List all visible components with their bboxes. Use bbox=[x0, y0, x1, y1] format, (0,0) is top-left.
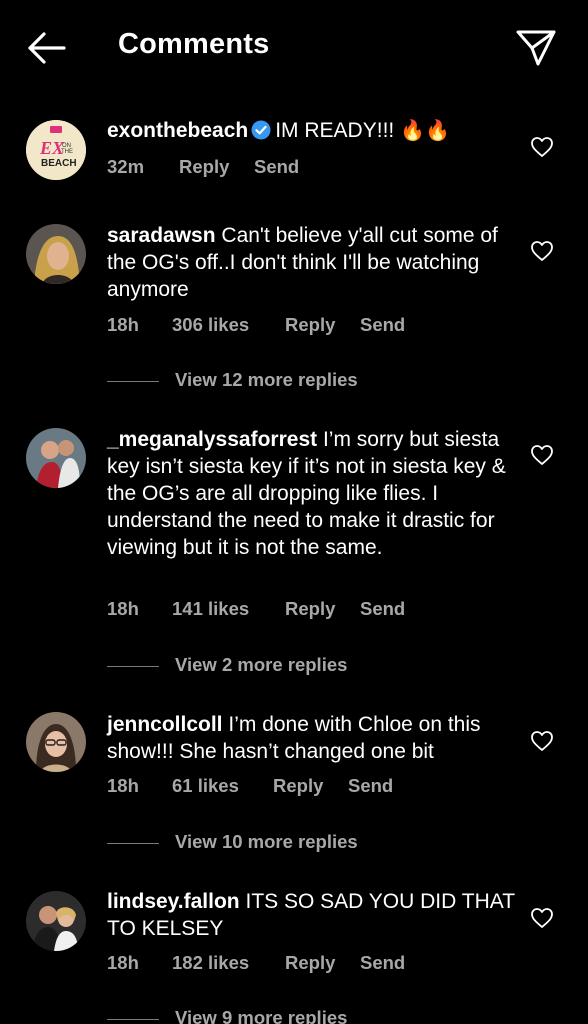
view-replies-label: View 12 more replies bbox=[175, 369, 358, 390]
heart-outline-icon[interactable] bbox=[530, 907, 554, 929]
ex-on-the-beach-logo: EX ON THE BEACH bbox=[26, 120, 86, 180]
comment-body: lindsey.fallon ITS SO SAD YOU DID THAT T… bbox=[107, 888, 517, 942]
comment-username[interactable]: lindsey.fallon bbox=[107, 890, 240, 913]
avatar[interactable] bbox=[26, 891, 86, 951]
reply-button[interactable]: Reply bbox=[285, 314, 335, 336]
avatar[interactable] bbox=[26, 224, 86, 284]
svg-text:THE: THE bbox=[61, 149, 73, 155]
fire-emoji: 🔥🔥 bbox=[400, 120, 450, 142]
divider-line bbox=[107, 1019, 159, 1020]
svg-text:BEACH: BEACH bbox=[41, 158, 77, 169]
comment-username[interactable]: _meganalyssaforrest bbox=[107, 428, 317, 451]
paper-plane-icon bbox=[516, 30, 556, 66]
user-photo-icon bbox=[26, 224, 86, 284]
comment-body: exonthebeach IM READY!!! 🔥🔥 bbox=[107, 117, 517, 145]
send-button[interactable]: Send bbox=[348, 775, 393, 797]
divider-line bbox=[107, 843, 159, 844]
view-more-replies-button[interactable]: View 2 more replies bbox=[107, 654, 407, 678]
comment-likes[interactable]: 141 likes bbox=[172, 598, 249, 620]
comment-time: 18h bbox=[107, 775, 139, 796]
comment-text: IM READY!!! bbox=[275, 119, 395, 142]
send-button[interactable]: Send bbox=[360, 314, 405, 336]
heart-outline-icon[interactable] bbox=[530, 136, 554, 158]
reply-button[interactable]: Reply bbox=[285, 952, 335, 974]
comment-time: 18h bbox=[107, 314, 139, 335]
comment-body: jenncollcoll I’m done with Chloe on this… bbox=[107, 711, 517, 765]
view-replies-label: View 2 more replies bbox=[175, 654, 348, 675]
divider-line bbox=[107, 666, 159, 667]
user-photo-icon bbox=[26, 428, 86, 488]
view-more-replies-button[interactable]: View 10 more replies bbox=[107, 831, 407, 855]
header-bar: Comments bbox=[0, 0, 588, 96]
comment-username[interactable]: jenncollcoll bbox=[107, 713, 223, 736]
heart-outline-icon[interactable] bbox=[530, 444, 554, 466]
send-button[interactable]: Send bbox=[360, 952, 405, 974]
divider-line bbox=[107, 381, 159, 382]
view-more-replies-button[interactable]: View 12 more replies bbox=[107, 369, 407, 393]
avatar[interactable]: EX ON THE BEACH bbox=[26, 120, 86, 180]
back-button[interactable] bbox=[24, 30, 68, 66]
page-title: Comments bbox=[118, 28, 270, 60]
user-photo-icon bbox=[26, 712, 86, 772]
reply-button[interactable]: Reply bbox=[273, 775, 323, 797]
arrow-left-icon bbox=[28, 32, 66, 64]
share-button[interactable] bbox=[514, 26, 558, 68]
comment-likes[interactable]: 61 likes bbox=[172, 775, 239, 797]
comment-likes[interactable]: 182 likes bbox=[172, 952, 249, 974]
reply-button[interactable]: Reply bbox=[179, 156, 229, 178]
comment-username[interactable]: saradawsn bbox=[107, 224, 216, 247]
comment-username[interactable]: exonthebeach bbox=[107, 119, 248, 142]
comment-time: 18h bbox=[107, 598, 139, 619]
view-more-replies-button[interactable]: View 9 more replies bbox=[107, 1007, 407, 1024]
verified-badge-icon bbox=[251, 120, 271, 140]
reply-button[interactable]: Reply bbox=[285, 598, 335, 620]
comment-likes[interactable]: 306 likes bbox=[172, 314, 249, 336]
user-photo-icon bbox=[26, 891, 86, 951]
avatar[interactable] bbox=[26, 428, 86, 488]
heart-outline-icon[interactable] bbox=[530, 240, 554, 262]
comment-body: _meganalyssaforrest I’m sorry but siesta… bbox=[107, 426, 517, 561]
comment-time: 18h bbox=[107, 952, 139, 973]
comment-body: saradawsn Can't believe y'all cut some o… bbox=[107, 222, 517, 303]
comments-screen: Comments EX ON THE BEACH exonthebeach IM … bbox=[0, 0, 588, 1024]
send-button[interactable]: Send bbox=[360, 598, 405, 620]
view-replies-label: View 10 more replies bbox=[175, 831, 358, 852]
view-replies-label: View 9 more replies bbox=[175, 1007, 348, 1024]
comment-time: 32m bbox=[107, 156, 145, 177]
avatar[interactable] bbox=[26, 712, 86, 772]
send-button[interactable]: Send bbox=[254, 156, 299, 178]
heart-outline-icon[interactable] bbox=[530, 730, 554, 752]
